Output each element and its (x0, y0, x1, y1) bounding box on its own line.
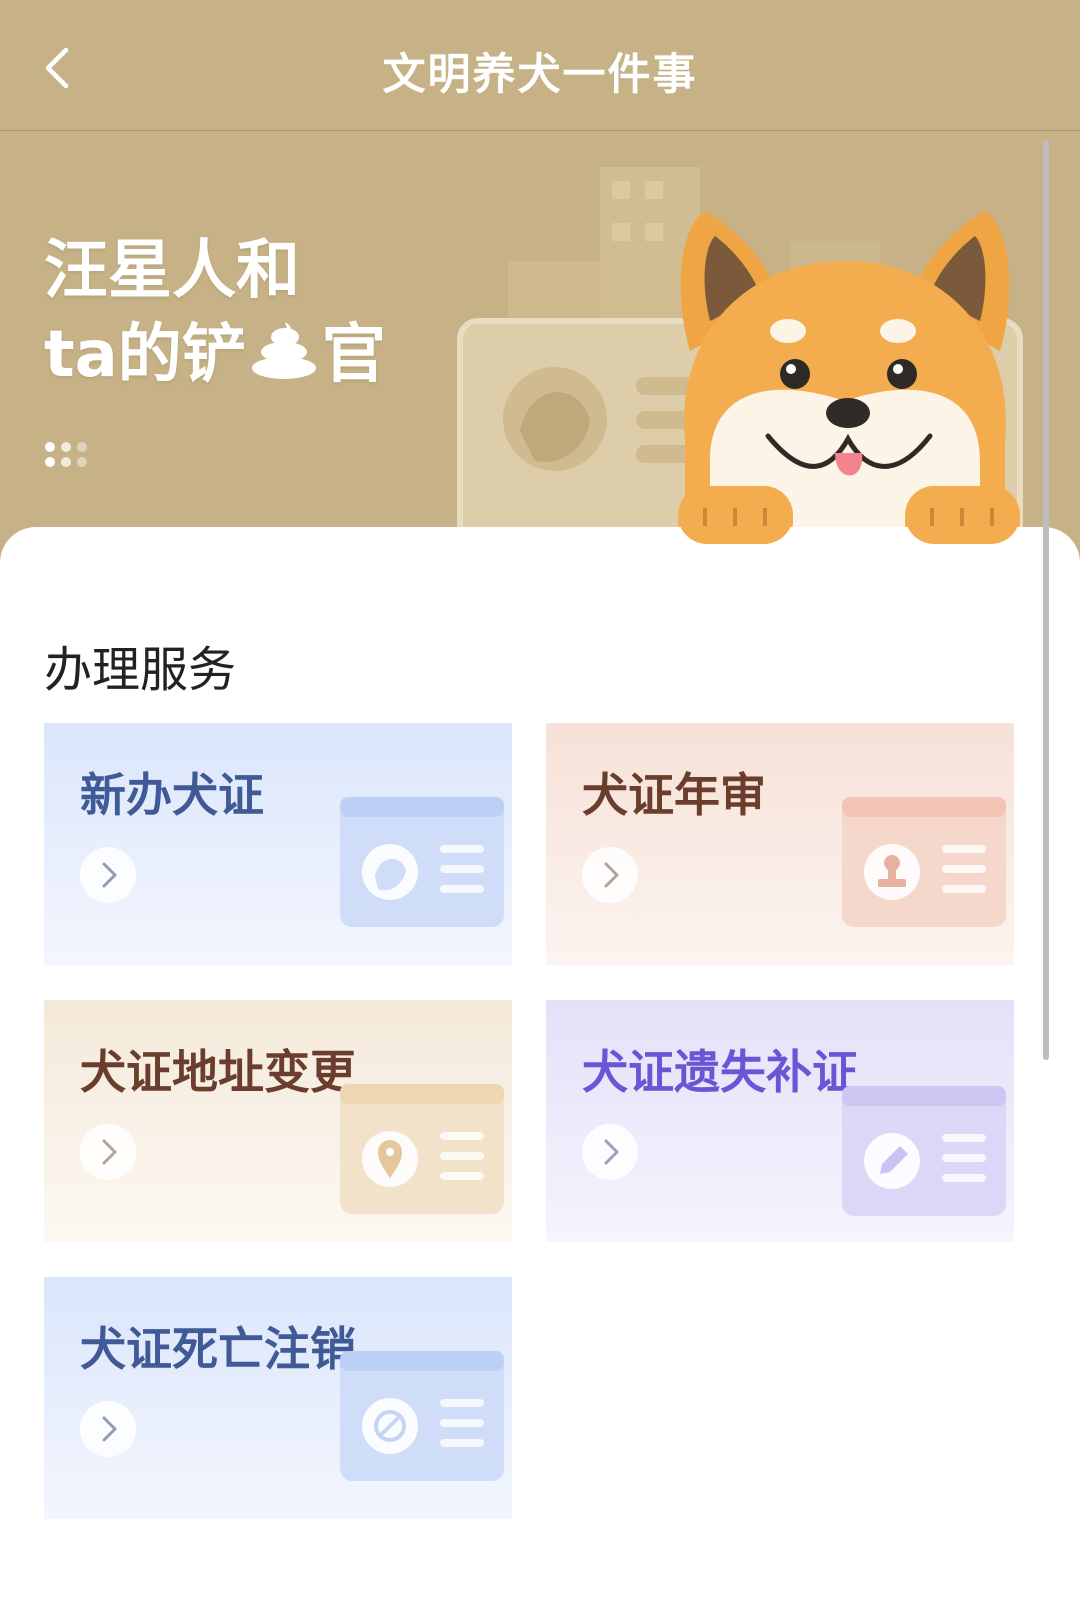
service-card-death-cancellation[interactable]: 犬证死亡注销 (44, 1277, 512, 1519)
chevron-right-icon[interactable] (80, 1401, 136, 1457)
service-card-lost-replacement[interactable]: 犬证遗失补证 (546, 1000, 1014, 1242)
navigation-bar: 文明养犬一件事 (0, 0, 1080, 131)
ban-icon (340, 1351, 504, 1481)
chevron-right-icon[interactable] (582, 1124, 638, 1180)
scrollbar[interactable] (1043, 140, 1049, 1060)
chevron-right-icon[interactable] (80, 1124, 136, 1180)
service-card-address-change[interactable]: 犬证地址变更 (44, 1000, 512, 1242)
banner-slogan-suffix: 官 (321, 318, 386, 392)
service-card-label: 犬证年审 (582, 768, 766, 822)
banner-slogan-prefix: ta的铲 (44, 318, 246, 392)
section-title: 办理服务 (44, 642, 237, 698)
chevron-right-icon[interactable] (80, 847, 136, 903)
service-card-label: 犬证死亡注销 (80, 1322, 356, 1376)
stamp-icon (842, 797, 1006, 927)
poop-icon (248, 320, 320, 396)
pencil-icon (842, 1086, 1006, 1216)
carousel-indicator (44, 441, 94, 475)
service-card-label: 犬证遗失补证 (582, 1045, 858, 1099)
chevron-right-icon[interactable] (582, 847, 638, 903)
service-card-annual-review[interactable]: 犬证年审 (546, 723, 1014, 965)
service-card-new-license[interactable]: 新办犬证 (44, 723, 512, 965)
banner-slogan-line1: 汪星人和 (44, 234, 300, 308)
service-card-label: 新办犬证 (80, 768, 264, 822)
mascot-paws (678, 486, 1020, 544)
page-title: 文明养犬一件事 (382, 50, 698, 100)
dog-avatar-icon (340, 797, 504, 927)
location-pin-icon (340, 1084, 504, 1214)
service-card-label: 犬证地址变更 (80, 1045, 356, 1099)
banner-slogan-line2: ta的铲 官 (44, 303, 386, 396)
